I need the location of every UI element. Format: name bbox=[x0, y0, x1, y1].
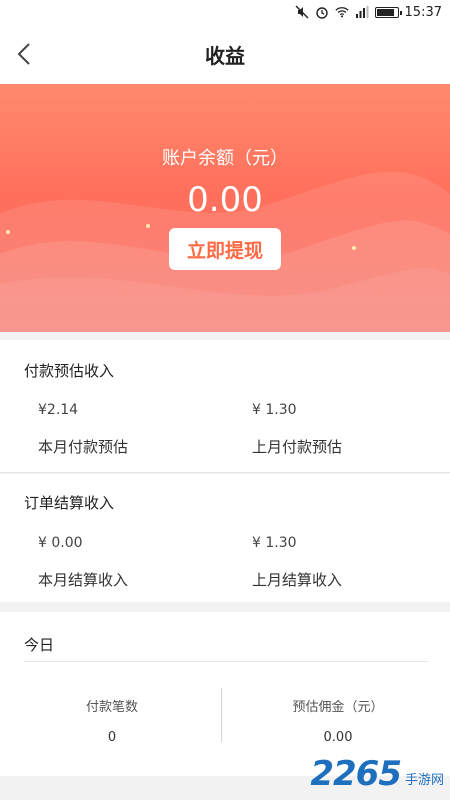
order-settlement-section: 订单结算收入 ¥ 0.00 本月结算收入 ¥ 1.30 上月结算收入 bbox=[0, 474, 450, 602]
alarm-icon bbox=[315, 5, 329, 19]
withdraw-button[interactable]: 立即提现 bbox=[169, 228, 281, 270]
mute-icon bbox=[295, 5, 309, 19]
section-title: 今日 bbox=[24, 636, 55, 654]
battery-icon bbox=[374, 6, 402, 18]
this-month-payment-label: 本月付款预估 bbox=[38, 438, 129, 456]
section-divider bbox=[0, 472, 450, 473]
today-divider bbox=[24, 661, 428, 662]
estimated-commission-label: 预估佣金（元） bbox=[292, 700, 384, 715]
payment-estimate-section: 付款预估收入 ¥2.14 本月付款预估 ¥ 1.30 上月付款预估 bbox=[0, 340, 450, 473]
site-watermark: 2265 手游网 bbox=[310, 754, 444, 794]
last-month-payment-label: 上月付款预估 bbox=[252, 438, 343, 456]
watermark-number: 2265 bbox=[310, 754, 402, 794]
page-title: 收益 bbox=[205, 43, 245, 68]
estimated-commission-value: 0.00 bbox=[323, 730, 353, 745]
wifi-icon bbox=[334, 5, 349, 19]
this-month-settlement-value: ¥ 0.00 bbox=[38, 535, 83, 551]
last-month-settlement-label: 上月结算收入 bbox=[252, 571, 343, 589]
status-bar: 15:37 bbox=[0, 0, 450, 24]
last-month-settlement-value: ¥ 1.30 bbox=[252, 535, 297, 551]
back-button[interactable] bbox=[8, 38, 40, 70]
payments-count-value: 0 bbox=[107, 730, 117, 745]
section-title: 订单结算收入 bbox=[24, 494, 115, 512]
balance-label: 账户余额（元） bbox=[162, 148, 288, 169]
nav-bar: 收益 bbox=[0, 24, 450, 84]
status-time: 15:37 bbox=[404, 4, 442, 20]
watermark-text: 手游网 bbox=[404, 773, 444, 788]
last-month-payment-value: ¥ 1.30 bbox=[252, 402, 297, 418]
this-month-payment-value: ¥2.14 bbox=[38, 402, 79, 418]
chevron-left-icon bbox=[17, 43, 30, 65]
balance-amount: 0.00 bbox=[187, 180, 263, 220]
signal-icon bbox=[355, 5, 369, 19]
today-section: 今日 付款笔数 0 预估佣金（元） 0.00 bbox=[0, 612, 450, 776]
this-month-settlement-label: 本月结算收入 bbox=[38, 571, 129, 589]
balance-banner: 账户余额（元） 0.00 立即提现 bbox=[0, 84, 450, 332]
payments-count-label: 付款笔数 bbox=[85, 700, 138, 715]
today-vertical-divider bbox=[221, 688, 222, 742]
section-title: 付款预估收入 bbox=[24, 362, 115, 380]
